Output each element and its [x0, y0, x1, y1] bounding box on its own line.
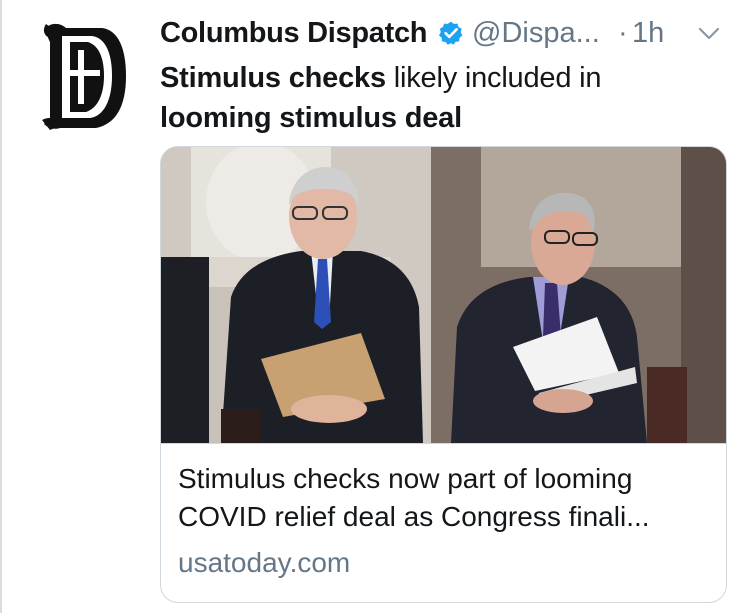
timestamp[interactable]: 1h — [632, 14, 664, 52]
card-body[interactable]: Stimulus checks now part of looming COVI… — [161, 443, 726, 602]
avatar[interactable] — [40, 20, 130, 132]
tweet-text: Stimulus checks likely included in loomi… — [160, 58, 720, 138]
tweet-text-bold-2: looming stimulus deal — [160, 102, 462, 134]
card-title: Stimulus checks now part of looming COVI… — [178, 460, 708, 536]
tweet-text-plain: likely included in — [385, 62, 602, 94]
link-card[interactable]: Stimulus checks now part of looming COVI… — [160, 146, 727, 603]
author-handle[interactable]: @Dispa... — [472, 14, 600, 52]
verified-badge-icon — [438, 21, 463, 45]
separator-dot: · — [618, 17, 628, 49]
tweet-text-bold-1: Stimulus checks — [160, 62, 386, 94]
card-image[interactable] — [161, 147, 726, 443]
card-title-line-1: Stimulus checks now part of looming — [178, 463, 633, 494]
author-name[interactable]: Columbus Dispatch — [160, 14, 428, 52]
tweet[interactable]: Columbus Dispatch @Dispa... · 1h Stimulu… — [0, 0, 750, 613]
card-title-line-2: COVID relief deal as Congress finali... — [178, 501, 650, 532]
card-domain: usatoday.com — [178, 547, 351, 578]
tweet-header: Columbus Dispatch @Dispa... · 1h — [160, 14, 730, 52]
blackletter-d-logo-icon — [42, 23, 126, 130]
chevron-down-icon[interactable] — [697, 26, 721, 42]
